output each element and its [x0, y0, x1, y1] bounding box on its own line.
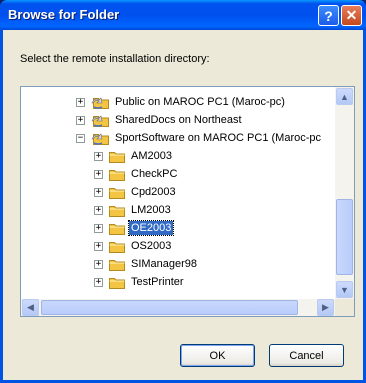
shared-folder-icon	[91, 112, 109, 128]
browse-for-folder-dialog: Browse for Folder ? ✕ Select the remote …	[0, 0, 366, 383]
tree-item[interactable]: + TestPrinter	[94, 273, 186, 291]
tree-item-label: OS2003	[131, 240, 172, 252]
arrow-up-icon: ▲	[340, 91, 349, 102]
tree-item-label: SharedDocs on Northeast	[115, 114, 242, 126]
tree-item[interactable]: + SharedDocs on Northeast	[76, 111, 244, 129]
vertical-scroll-thumb[interactable]	[336, 199, 353, 275]
collapse-icon[interactable]: −	[76, 133, 85, 143]
tree-content: + Public on MAROC PC1 (Maroc-pc) + SharedDo…	[21, 87, 335, 299]
folder-icon	[109, 168, 125, 181]
tree-item[interactable]: + AM2003	[94, 147, 174, 165]
scrollbar-corner	[335, 299, 354, 316]
tree-item[interactable]: + SIManager98	[94, 255, 199, 273]
expand-icon[interactable]: +	[94, 169, 103, 179]
tree-item[interactable]: + OE2003	[94, 219, 175, 237]
expand-icon[interactable]: +	[94, 223, 103, 233]
arrow-right-icon: ▶	[322, 302, 329, 312]
help-button[interactable]: ?	[318, 5, 339, 26]
folder-icon	[109, 222, 125, 235]
tree-item-label: OE2003	[127, 220, 175, 236]
help-icon: ?	[324, 7, 333, 24]
horizontal-scroll-thumb[interactable]	[41, 300, 298, 315]
dialog-body: Select the remote installation directory…	[3, 30, 363, 380]
tree-item-label: Cpd2003	[131, 186, 176, 198]
expand-icon[interactable]: +	[94, 187, 103, 197]
expand-icon[interactable]: +	[94, 241, 103, 251]
expand-icon[interactable]: +	[94, 151, 103, 161]
scroll-left-button[interactable]: ◀	[22, 299, 39, 316]
tree-item-label: SIManager98	[131, 258, 198, 270]
prompt-label: Select the remote installation directory…	[20, 53, 210, 65]
tree-item[interactable]: + LM2003	[94, 201, 173, 219]
tree-item-label: TestPrinter	[131, 276, 184, 288]
tree-item-label: CheckPC	[131, 168, 178, 180]
folder-icon	[109, 258, 125, 271]
ok-button[interactable]: OK	[180, 344, 255, 367]
shared-folder-icon	[91, 130, 109, 146]
close-icon: ✕	[345, 7, 358, 23]
expand-icon[interactable]: +	[94, 277, 103, 287]
tree-item-label: SportSoftware on MAROC PC1 (Maroc-pc	[115, 132, 322, 144]
arrow-down-icon: ▼	[340, 284, 349, 295]
window-title: Browse for Folder	[8, 7, 120, 22]
folder-icon	[109, 276, 125, 289]
tree-item[interactable]: − SportSoftware on MAROC PC1 (Maroc-pc	[76, 129, 323, 147]
shared-folder-icon	[91, 94, 109, 110]
expand-icon[interactable]: +	[76, 115, 85, 125]
tree-item[interactable]: + CheckPC	[94, 165, 179, 183]
expand-icon[interactable]: +	[76, 97, 85, 107]
tree-item[interactable]: + OS2003	[94, 237, 173, 255]
horizontal-scrollbar[interactable]: ◀ ▶	[21, 299, 335, 316]
scroll-down-button[interactable]: ▼	[336, 281, 353, 298]
tree-item-label: AM2003	[131, 150, 172, 162]
tree-item-label: Public on MAROC PC1 (Maroc-pc)	[115, 96, 285, 108]
tree-item-label: LM2003	[131, 204, 171, 216]
close-button[interactable]: ✕	[341, 5, 362, 26]
folder-icon	[109, 150, 125, 163]
expand-icon[interactable]: +	[94, 205, 103, 215]
scroll-up-button[interactable]: ▲	[336, 88, 353, 105]
folder-icon	[109, 240, 125, 253]
folder-icon	[109, 186, 125, 199]
tree-item[interactable]: + Cpd2003	[94, 183, 178, 201]
title-bar[interactable]: Browse for Folder ? ✕	[0, 0, 366, 30]
expand-icon[interactable]: +	[94, 259, 103, 269]
folder-tree[interactable]: + Public on MAROC PC1 (Maroc-pc) + SharedDo…	[20, 86, 355, 317]
scroll-right-button[interactable]: ▶	[317, 299, 334, 316]
folder-icon	[109, 204, 125, 217]
cancel-button[interactable]: Cancel	[269, 344, 344, 367]
arrow-left-icon: ◀	[27, 302, 34, 312]
vertical-scrollbar[interactable]: ▲ ▼	[335, 87, 354, 299]
tree-item[interactable]: + Public on MAROC PC1 (Maroc-pc)	[76, 93, 287, 111]
